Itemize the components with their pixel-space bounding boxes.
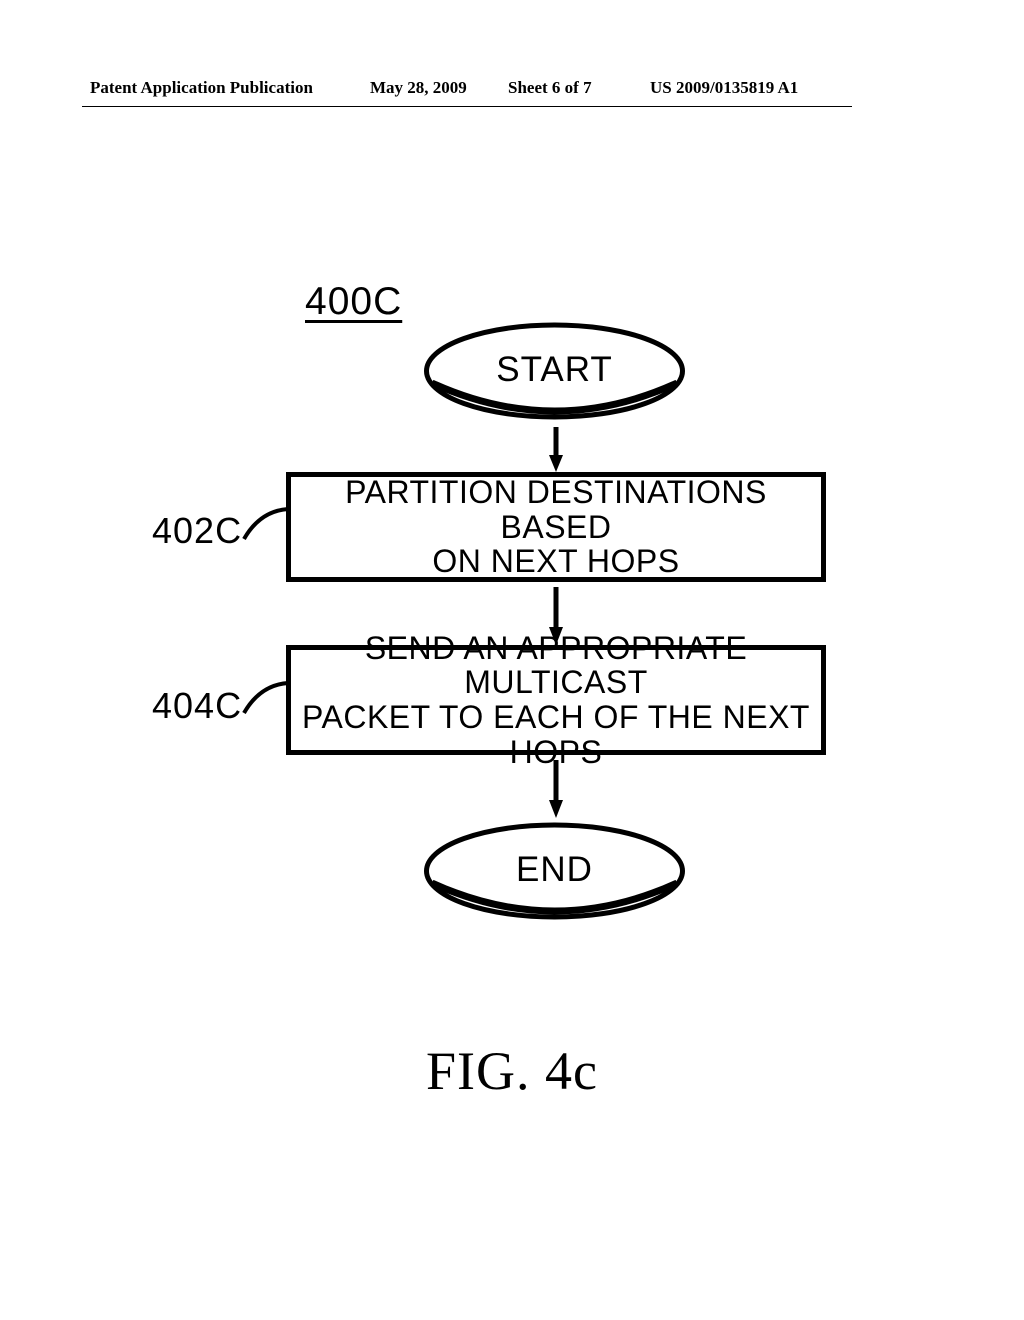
header-publication: Patent Application Publication <box>90 78 313 98</box>
ref-label-404c: 404C <box>152 685 242 727</box>
text-line: PACKET TO EACH OF THE NEXT HOPS <box>302 699 810 770</box>
process-text: PARTITION DESTINATIONS BASED ON NEXT HOP… <box>299 475 813 579</box>
header-pubno: US 2009/0135819 A1 <box>650 78 798 98</box>
start-node: START <box>422 321 687 426</box>
text-line: SEND AN APPROPRIATE MULTICAST <box>365 630 747 701</box>
process-text: SEND AN APPROPRIATE MULTICAST PACKET TO … <box>299 631 813 769</box>
text-line: PARTITION DESTINATIONS BASED <box>345 474 767 545</box>
process-box-404c: SEND AN APPROPRIATE MULTICAST PACKET TO … <box>286 645 826 755</box>
flowchart: 400C START 402C PARTITION DESTINATI <box>100 245 900 1035</box>
figure-reference: 400C <box>305 280 402 324</box>
arrow-icon <box>549 760 563 818</box>
leader-line-icon <box>242 677 290 717</box>
header-rule <box>82 106 852 107</box>
end-label: END <box>422 850 687 890</box>
process-box-402c: PARTITION DESTINATIONS BASED ON NEXT HOP… <box>286 472 826 582</box>
start-label: START <box>422 350 687 390</box>
page: Patent Application Publication May 28, 2… <box>0 0 1024 1320</box>
leader-line-icon <box>242 503 290 543</box>
arrow-icon <box>549 427 563 472</box>
header-date: May 28, 2009 <box>370 78 467 98</box>
figure-caption: FIG. 4c <box>0 1040 1024 1102</box>
text-line: ON NEXT HOPS <box>432 543 679 579</box>
ref-label-402c: 402C <box>152 510 242 552</box>
header-sheet: Sheet 6 of 7 <box>508 78 592 98</box>
end-node: END <box>422 821 687 926</box>
